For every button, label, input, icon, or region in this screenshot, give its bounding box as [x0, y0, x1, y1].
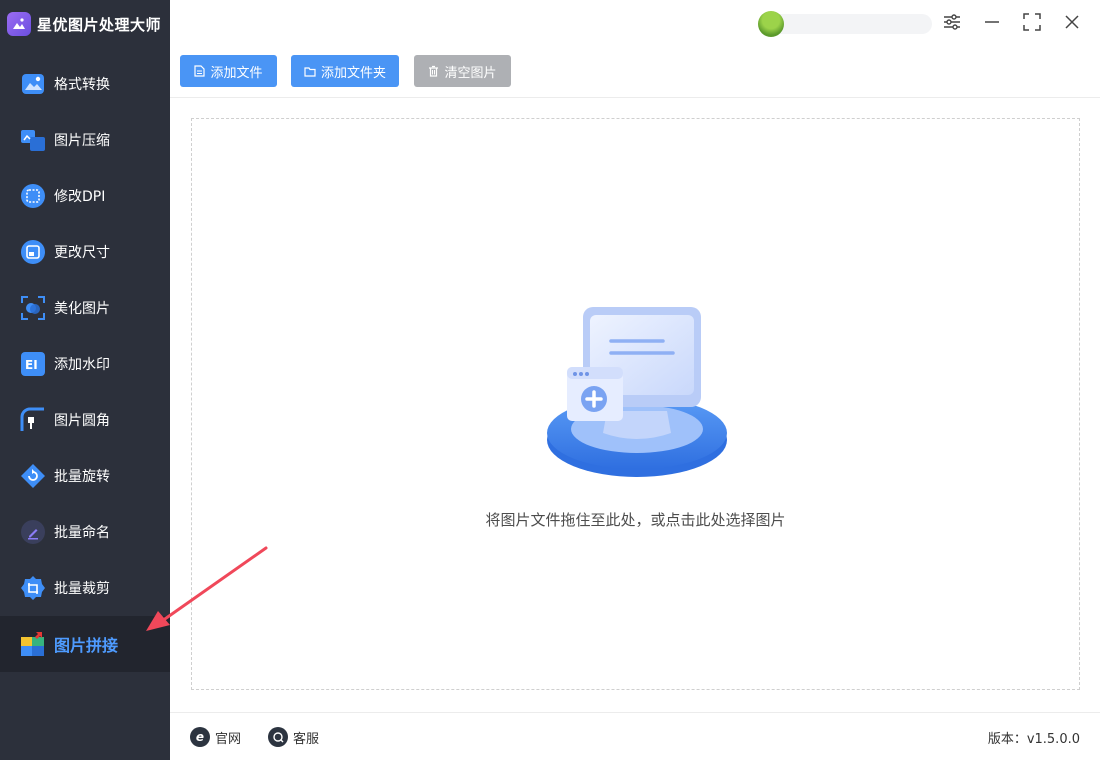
settings-sliders-icon	[943, 13, 961, 35]
file-icon	[194, 65, 206, 77]
clear-images-button[interactable]: 清空图片	[414, 55, 511, 87]
toolbar: 添加文件 添加文件夹 清空图片	[170, 48, 1100, 98]
website-link[interactable]: e 官网	[190, 726, 241, 748]
round-corner-icon	[20, 407, 46, 433]
resize-icon	[20, 239, 46, 265]
rename-icon	[20, 519, 46, 545]
sidebar-item-batch-crop[interactable]: 批量裁剪	[0, 560, 170, 616]
close-icon	[1063, 13, 1081, 35]
folder-icon	[304, 66, 316, 77]
settings-button[interactable]	[940, 12, 964, 36]
sidebar-item-beautify[interactable]: 美化图片	[0, 280, 170, 336]
sidebar-item-format-convert[interactable]: 格式转换	[0, 56, 170, 112]
support-link[interactable]: 客服	[268, 726, 319, 748]
close-button[interactable]	[1060, 12, 1084, 36]
watermark-icon: EI	[20, 351, 46, 377]
svg-text:EI: EI	[25, 358, 38, 372]
sidebar-item-batch-rename[interactable]: 批量命名	[0, 504, 170, 560]
sidebar-item-round-corner[interactable]: 图片圆角	[0, 392, 170, 448]
app-title: 星优图片处理大师	[37, 15, 162, 34]
stitch-icon	[20, 631, 46, 657]
app-logo-icon	[7, 12, 31, 36]
file-drop-zone[interactable]: 将图片文件拖住至此处，或点击此处选择图片	[191, 118, 1080, 690]
browser-e-icon: e	[190, 727, 210, 747]
rotate-icon	[20, 463, 46, 489]
sidebar-item-modify-dpi[interactable]: 修改DPI	[0, 168, 170, 224]
image-compress-icon	[20, 127, 46, 153]
fullscreen-icon	[1023, 13, 1041, 35]
sidebar: 星优图片处理大师 格式转换 图片压缩 修改DPI 更改尺寸 美化图片 EI 添加…	[0, 0, 170, 760]
image-convert-icon	[20, 71, 46, 97]
version-label: 版本：v1.5.0.0	[987, 732, 1080, 747]
drop-hint-text: 将图片文件拖住至此处，或点击此处选择图片	[485, 511, 786, 529]
add-folder-button[interactable]: 添加文件夹	[291, 55, 399, 87]
footer: e 官网 客服 版本：v1.5.0.0	[170, 712, 1100, 760]
app-brand: 星优图片处理大师	[0, 0, 170, 48]
minimize-button[interactable]	[980, 12, 1004, 36]
sidebar-item-image-compress[interactable]: 图片压缩	[0, 112, 170, 168]
user-avatar[interactable]	[758, 11, 784, 37]
sidebar-item-batch-rotate[interactable]: 批量旋转	[0, 448, 170, 504]
title-bar	[170, 0, 1100, 48]
maximize-button[interactable]	[1020, 12, 1044, 36]
sidebar-item-watermark[interactable]: EI 添加水印	[0, 336, 170, 392]
trash-icon	[428, 65, 439, 77]
sidebar-nav: 格式转换 图片压缩 修改DPI 更改尺寸 美化图片 EI 添加水印 图片圆角 批…	[0, 56, 170, 672]
add-file-button[interactable]: 添加文件	[180, 55, 277, 87]
monitor-add-illustration-icon	[545, 307, 729, 479]
chat-bubble-icon	[268, 727, 288, 747]
user-account-pill[interactable]	[770, 14, 932, 34]
beautify-icon	[20, 295, 46, 321]
sidebar-item-resize[interactable]: 更改尺寸	[0, 224, 170, 280]
sidebar-item-image-stitch[interactable]: 图片拼接	[0, 616, 170, 672]
minimize-icon	[983, 13, 1001, 35]
crop-icon	[20, 575, 46, 601]
dpi-icon	[20, 183, 46, 209]
